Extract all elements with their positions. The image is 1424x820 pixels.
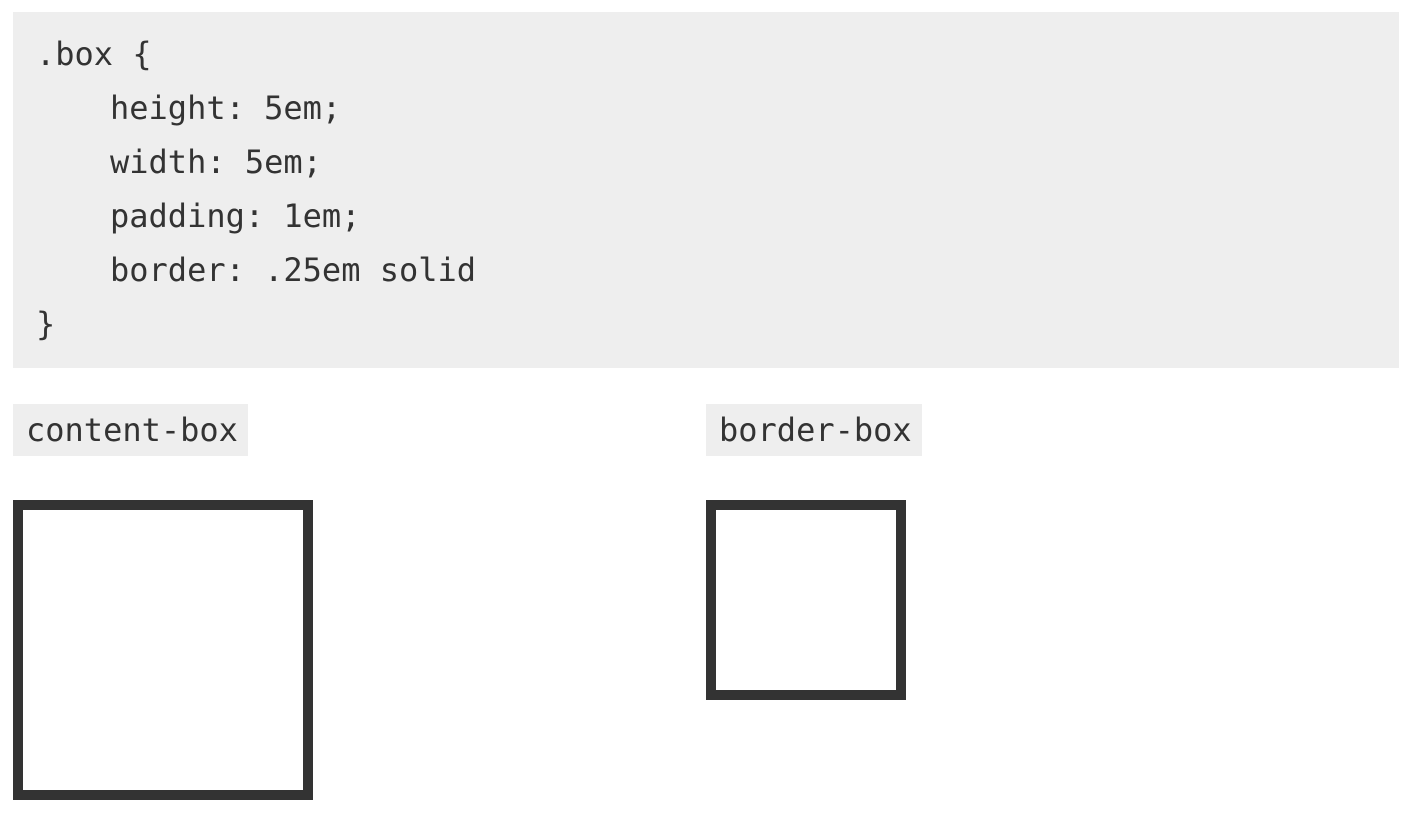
css-code-block: .box { height: 5em; width: 5em; padding:… bbox=[13, 12, 1399, 368]
code-line-closing-brace: } bbox=[36, 305, 56, 343]
content-box-label: content-box bbox=[13, 404, 248, 456]
content-box-demo bbox=[13, 500, 313, 800]
border-box-label: border-box bbox=[706, 404, 922, 456]
code-line-height: height: 5em; bbox=[110, 89, 342, 127]
code-line-width: width: 5em; bbox=[110, 143, 322, 181]
code-line-border: border: .25em solid bbox=[110, 251, 477, 289]
code-line-selector: .box { bbox=[36, 35, 152, 73]
code-line-padding: padding: 1em; bbox=[110, 197, 361, 235]
border-box-demo bbox=[706, 500, 906, 700]
